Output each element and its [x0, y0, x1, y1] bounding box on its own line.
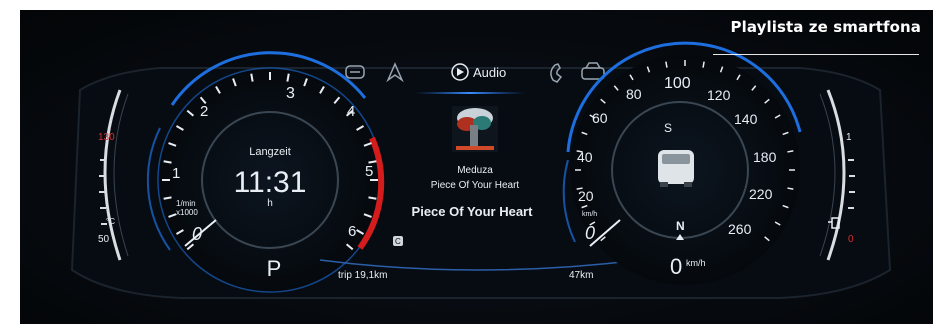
vehicle-icon: [658, 150, 694, 187]
album-cover: [452, 106, 498, 152]
speed-tick-220: 220: [749, 186, 773, 202]
compass-s: S: [664, 121, 672, 135]
compass-n: N: [676, 219, 685, 233]
speed-tick-mark: [787, 150, 794, 153]
tach-tick-5: 5: [365, 163, 373, 180]
speed-tick-120: 120: [707, 87, 731, 103]
left-gauge-top-value: 130: [98, 132, 115, 143]
trip-time-unit: h: [267, 198, 273, 209]
left-gauge-bottom-value: 50: [98, 234, 110, 245]
tach-tick-mark: [163, 196, 172, 200]
speed-tick-mark: [702, 61, 705, 68]
speed-tick-0: 0: [585, 223, 595, 243]
audio-tab-label[interactable]: Audio: [473, 65, 506, 80]
speed-tick-140: 140: [734, 111, 758, 127]
speed-tick-100: 100: [664, 75, 691, 92]
caption-underline: [713, 54, 919, 55]
tach-tick-mark: [286, 73, 290, 82]
speed-tick-60: 60: [592, 110, 608, 126]
range-distance: 47km: [569, 270, 593, 281]
speed-value: 0: [670, 254, 682, 279]
tach-tick-4: 4: [347, 103, 355, 120]
speed-tick-180: 180: [753, 149, 777, 165]
trip-time-value: 11:31: [234, 166, 307, 199]
temperature-symbol: °C: [106, 217, 115, 226]
speed-tick-40: 40: [577, 149, 593, 165]
tach-unit-line2: x1000: [176, 208, 198, 217]
tach-tick-1: 1: [172, 165, 180, 182]
tach-unit-line1: 1/min: [176, 199, 196, 208]
tach-tick-6: 6: [348, 223, 356, 240]
trip-distance: trip 19,1km: [338, 270, 387, 281]
tach-tick-mark: [250, 73, 254, 82]
fuel-gauge-top-value: 1: [846, 132, 852, 143]
tach-tick-3: 3: [286, 85, 295, 102]
fuel-gauge-bottom-value: 0: [848, 234, 854, 245]
speed-tick-mark: [787, 187, 794, 190]
tach-tick-2: 2: [200, 103, 208, 120]
artist-name: Meduza: [457, 165, 493, 176]
track-title: Piece Of Your Heart: [412, 204, 534, 219]
audio-tab-underline: [415, 92, 525, 94]
speed-unit-small: km/h: [582, 211, 597, 218]
speed-tick-mark: [665, 61, 668, 68]
source-badge-letter: C: [395, 237, 401, 246]
tach-tick-mark: [163, 160, 172, 164]
tach-tick-mark: [368, 196, 377, 200]
gear-indicator: P: [267, 256, 282, 281]
instrument-cluster-photo: 130 50 °C 3 2 4 1 5 6 0 1/min x1000 Lang…: [20, 10, 933, 324]
track-subtitle: Piece Of Your Heart: [431, 180, 520, 191]
speed-tick-260: 260: [728, 221, 752, 237]
speed-unit: km/h: [686, 258, 706, 268]
speed-tick-80: 80: [626, 86, 642, 102]
cluster-graphics: 130 50 °C 3 2 4 1 5 6 0 1/min x1000 Lang…: [70, 41, 892, 299]
trip-computer-label: Langzeit: [249, 146, 291, 158]
speed-tick-20: 20: [578, 188, 594, 204]
caption-text: Playlista ze smartfona: [730, 18, 921, 36]
